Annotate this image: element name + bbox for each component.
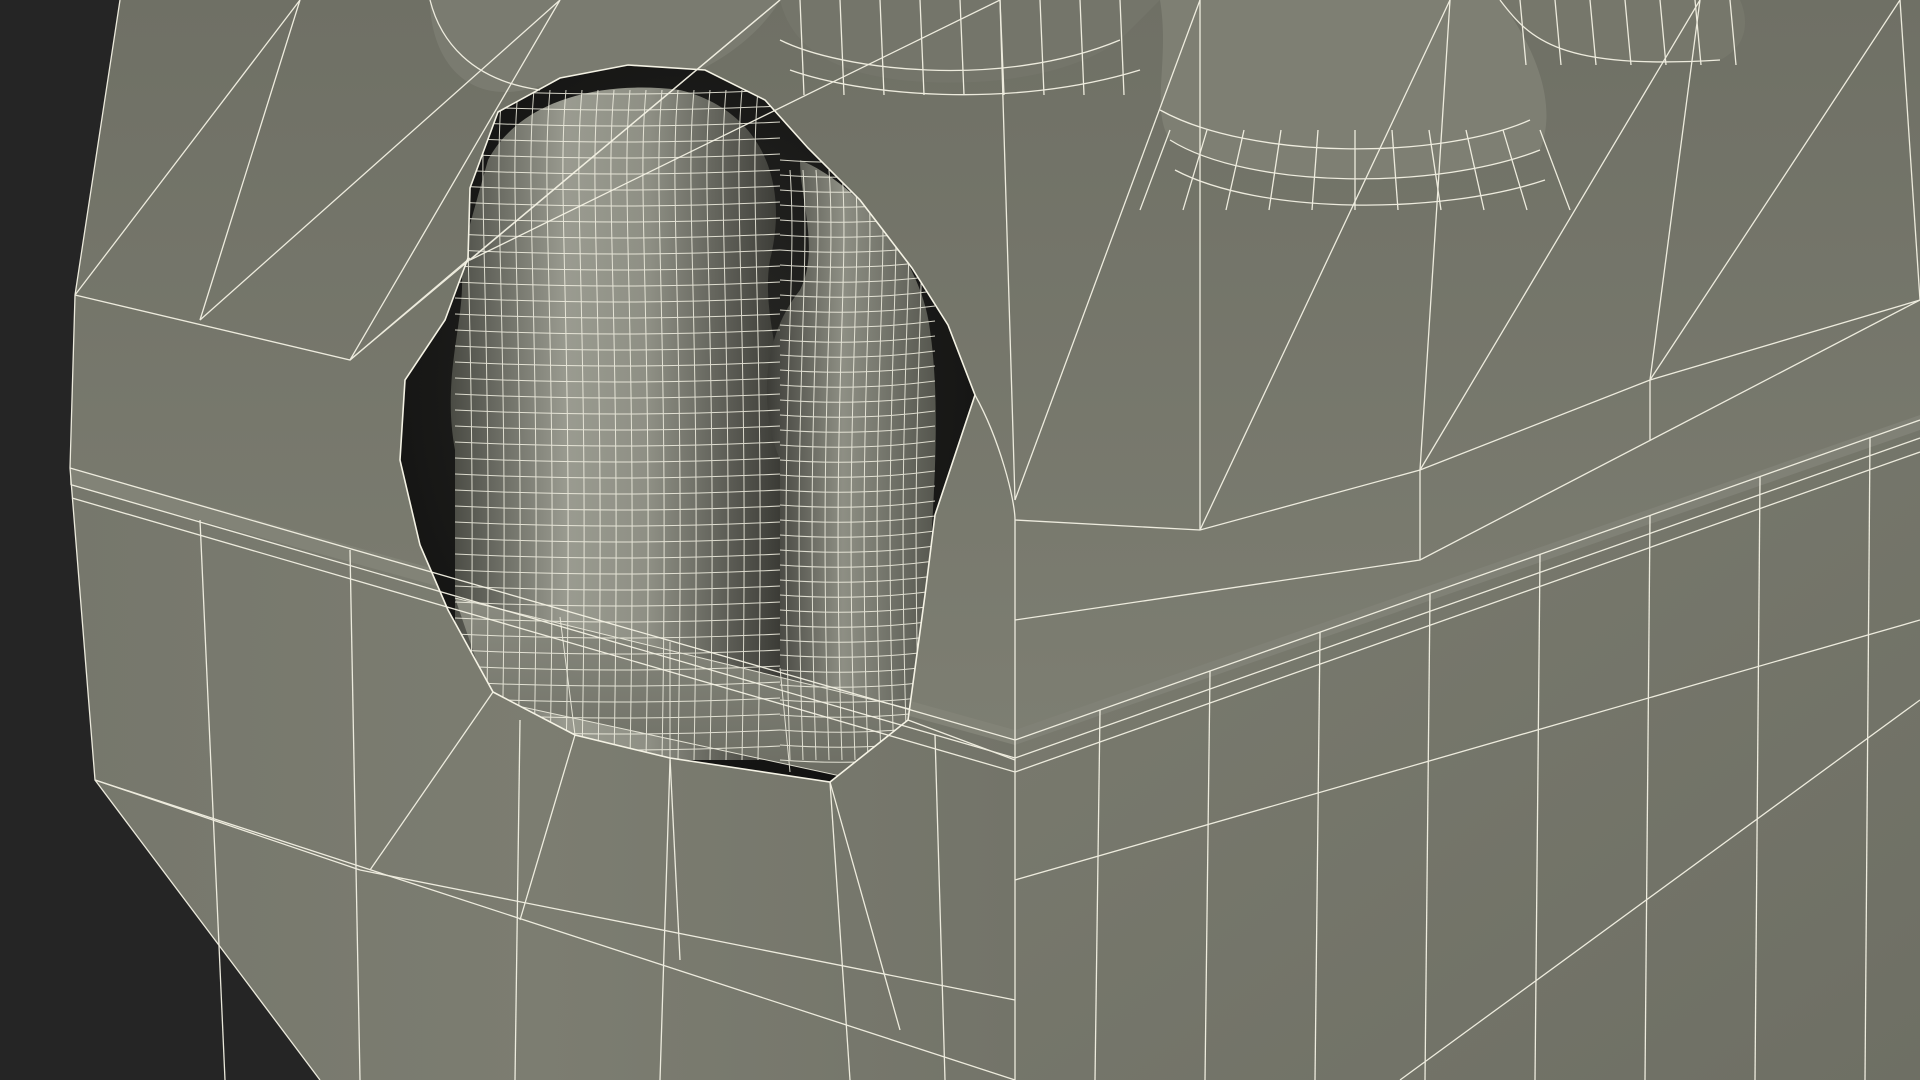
wireframe-scene: [0, 0, 1920, 1080]
bulge-right: [1160, 0, 1547, 179]
render-viewport: [0, 0, 1920, 1080]
